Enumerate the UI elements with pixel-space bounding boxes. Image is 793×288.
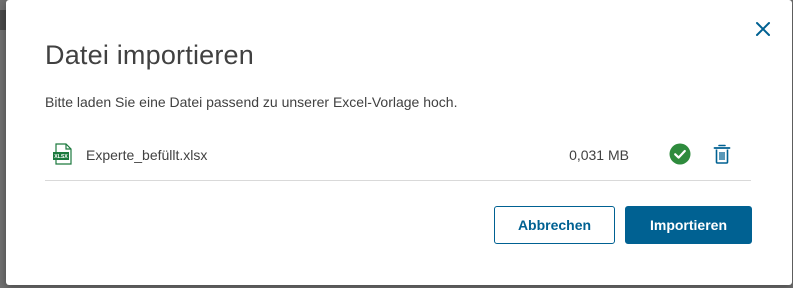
- file-row: XLSX Experte_befüllt.xlsx 0,031 MB: [45, 132, 751, 181]
- file-name: Experte_befüllt.xlsx: [86, 147, 208, 163]
- import-dialog: Datei importieren Bitte laden Sie eine D…: [6, 0, 792, 285]
- xlsx-file-icon: XLSX: [53, 143, 72, 165]
- close-button[interactable]: [752, 18, 774, 40]
- xlsx-badge-label: XLSX: [54, 154, 68, 160]
- dialog-title: Datei importieren: [45, 40, 254, 70]
- trash-icon[interactable]: [711, 143, 733, 165]
- import-button[interactable]: Importieren: [625, 206, 752, 244]
- dialog-subtitle: Bitte laden Sie eine Datei passend zu un…: [45, 94, 458, 110]
- check-circle-icon: [669, 143, 691, 165]
- cancel-button[interactable]: Abbrechen: [494, 206, 615, 244]
- file-size: 0,031 MB: [569, 147, 629, 163]
- close-icon: [756, 22, 770, 36]
